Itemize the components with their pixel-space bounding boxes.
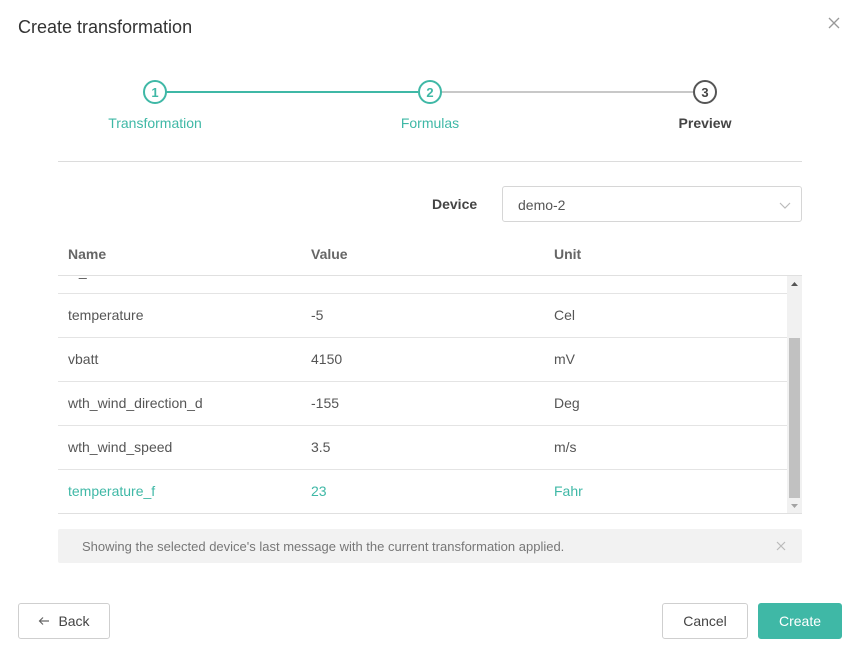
cell-name: temperature_f (68, 483, 156, 499)
table-header: Name Value Unit (58, 232, 802, 276)
table-row: wth_wind_speed 3.5 m/s (58, 426, 787, 470)
chevron-down-icon (779, 202, 791, 209)
cancel-button-label: Cancel (683, 613, 727, 629)
table-row: temperature -5 Cel (58, 294, 787, 338)
cell-unit: Fahr (554, 483, 583, 499)
cell-unit: Cel (554, 307, 576, 323)
column-header-value: Value (311, 246, 348, 262)
table-row: sf_ff (58, 276, 787, 294)
step-1-circle[interactable]: 1 (143, 80, 167, 104)
cell-value: 3.5 (311, 439, 331, 455)
arrow-left-icon (39, 617, 50, 625)
column-header-name: Name (68, 246, 107, 262)
device-select-value: demo-2 (518, 197, 566, 213)
cell-name: temperature (68, 307, 144, 323)
table-rows: sf_ff temperature -5 Cel vbatt 4150 mV w… (58, 276, 787, 513)
info-text: Showing the selected device's last messa… (82, 539, 565, 554)
device-select[interactable]: demo-2 (502, 186, 802, 222)
table-row-new-variable: temperature_f 23 Fahr (58, 470, 787, 513)
table-row: wth_wind_direction_d -155 Deg (58, 382, 787, 426)
cell-name: wth_wind_speed (68, 439, 173, 455)
step-2-label[interactable]: Formulas (350, 115, 510, 131)
scroll-up-arrow-icon[interactable] (787, 278, 802, 290)
stepper: 1 2 3 Transformation Formulas Preview (0, 0, 860, 140)
cell-value: -5 (311, 307, 324, 323)
cell-name: wth_wind_direction_d (68, 395, 203, 411)
cell-value: 4150 (311, 351, 343, 367)
table-scrollbar[interactable] (787, 276, 802, 513)
cell-unit: Deg (554, 395, 580, 411)
device-label: Device (432, 196, 478, 212)
column-header-unit: Unit (554, 246, 582, 262)
scroll-down-arrow-icon[interactable] (787, 500, 802, 512)
back-button-label: Back (58, 613, 90, 629)
step-3-label: Preview (678, 115, 732, 131)
cell-value: -155 (311, 395, 340, 411)
cell-unit: m/s (554, 439, 577, 455)
step-1-label[interactable]: Transformation (75, 115, 235, 131)
step-connector-completed (166, 91, 418, 93)
divider (58, 161, 802, 162)
step-3-circle: 3 (693, 80, 717, 104)
cell-name: vbatt (68, 351, 99, 367)
back-button[interactable]: Back (18, 603, 110, 639)
step-connector-pending (441, 91, 693, 93)
create-button[interactable]: Create (758, 603, 842, 639)
cancel-button[interactable]: Cancel (662, 603, 748, 639)
cell-name: sf_ff (68, 276, 94, 279)
table-body[interactable]: sf_ff temperature -5 Cel vbatt 4150 mV w… (58, 276, 802, 514)
cell-value: 23 (311, 483, 327, 499)
scroll-thumb[interactable] (789, 338, 800, 498)
cell-unit: mV (554, 351, 575, 367)
table-row: vbatt 4150 mV (58, 338, 787, 382)
create-button-label: Create (778, 613, 822, 629)
info-close-icon[interactable] (776, 541, 786, 551)
info-banner: Showing the selected device's last messa… (58, 529, 802, 563)
step-2-circle[interactable]: 2 (418, 80, 442, 104)
